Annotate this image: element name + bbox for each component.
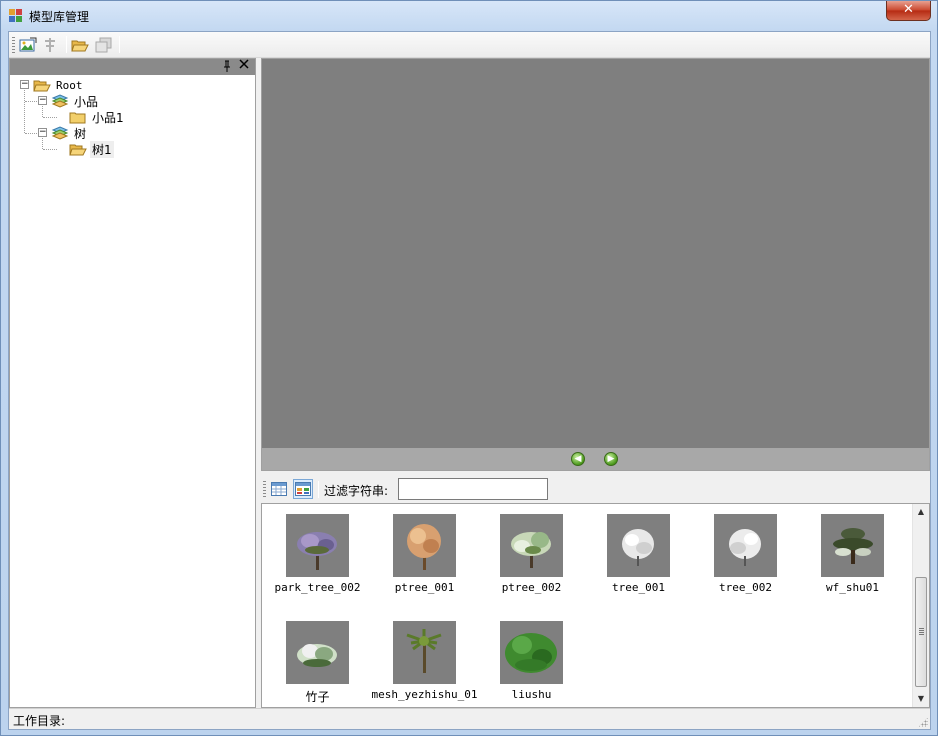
tree-connector <box>24 85 25 133</box>
tree-node-label: 小品1 <box>92 110 124 125</box>
folder-icon <box>69 110 87 124</box>
tree-connector <box>25 101 37 102</box>
thumbnail-item[interactable]: tree_001 <box>585 504 692 604</box>
filter-toolbar: 过滤字符串: <box>261 475 930 503</box>
thumbnail-label: ptree_001 <box>394 581 455 594</box>
thumbnail-image <box>821 514 884 577</box>
thumbnail-image <box>393 514 456 577</box>
client-area: − Root − 小品 小品1 − 树 树1 ◀ ▶ 过滤字符串: park_t… <box>8 31 931 730</box>
thumbnail-image <box>500 514 563 577</box>
thumbnail-label: mesh_yezhishu_01 <box>371 688 478 701</box>
model-tree-panel: − Root − 小品 小品1 − 树 树1 <box>9 58 256 708</box>
tree-node-label: 小品 <box>74 94 99 109</box>
resize-grip-icon[interactable] <box>918 717 928 727</box>
filter-input[interactable] <box>398 478 548 500</box>
window-title: 模型库管理 <box>29 10 90 24</box>
layers-icon <box>51 126 69 140</box>
open-folder-button[interactable] <box>70 35 90 55</box>
thumbnail-item[interactable]: ptree_002 <box>478 504 585 604</box>
tree-connector <box>25 133 37 134</box>
scroll-up-arrow-icon[interactable]: ▲ <box>913 504 929 520</box>
tree-node-xiaopin1[interactable]: 小品1 <box>69 109 126 125</box>
list-view-icon <box>271 482 287 496</box>
open-folder-icon <box>33 78 51 92</box>
prev-arrow-icon[interactable]: ◀ <box>571 452 585 466</box>
thumbnail-view-button[interactable] <box>293 479 313 499</box>
thumbnail-image <box>286 621 349 684</box>
tree-connector <box>42 103 43 117</box>
filter-label: 过滤字符串: <box>324 484 389 498</box>
tree-node-label: Root <box>56 78 83 92</box>
scrollbar-thumb[interactable] <box>915 577 927 687</box>
list-view-button[interactable] <box>269 479 289 499</box>
tree-connector <box>43 149 57 150</box>
next-arrow-icon[interactable]: ▶ <box>604 452 618 466</box>
model-preview-viewport[interactable]: ◀ ▶ <box>261 58 930 471</box>
model-thumbnail-list: park_tree_002 ptree_001 ptree_002 tree_0… <box>261 503 930 708</box>
close-icon <box>239 59 249 69</box>
toolbar-grip[interactable] <box>12 37 15 53</box>
thumbnail-view-icon <box>295 482 311 496</box>
thumbnail-label: liushu <box>511 688 552 701</box>
thumbnail-item[interactable]: 竹子 <box>264 611 371 707</box>
layers-icon <box>51 94 69 108</box>
status-bar: 工作目录: <box>9 708 930 729</box>
title-bar[interactable]: 模型库管理 ✕ <box>1 1 937 31</box>
close-icon[interactable] <box>238 59 250 73</box>
thumbnail-image <box>393 621 456 684</box>
disabled-tool-button[interactable] <box>41 35 61 55</box>
toolbar-separator <box>66 36 67 53</box>
scroll-down-arrow-icon[interactable]: ▼ <box>913 691 929 707</box>
tree-node-label: 树1 <box>90 140 114 158</box>
thumbnail-item[interactable]: liushu <box>478 611 585 707</box>
scrollbar-grip <box>919 628 924 635</box>
thumbnail-item[interactable]: park_tree_002 <box>264 504 371 604</box>
viewer-nav-bar: ◀ ▶ <box>262 448 929 470</box>
thumbnail-item[interactable]: wf_shu01 <box>799 504 906 604</box>
toolbar-grip[interactable] <box>263 481 266 497</box>
thumbnail-image <box>714 514 777 577</box>
thumbnail-label: tree_002 <box>719 581 772 594</box>
pin-icon[interactable] <box>221 60 233 73</box>
app-icon <box>9 9 23 23</box>
disabled-copy-button[interactable] <box>94 35 114 55</box>
pin-icon <box>224 60 230 72</box>
open-folder-icon <box>69 142 87 156</box>
working-directory-label: 工作目录: <box>13 714 66 728</box>
image-settings-icon <box>19 37 37 52</box>
tree-node-root[interactable]: Root <box>33 77 85 93</box>
tree-node-xiaopin[interactable]: 小品 <box>51 93 100 109</box>
panel-header <box>10 59 255 75</box>
thumbnail-item[interactable]: ptree_001 <box>371 504 478 604</box>
window-close-button[interactable]: ✕ <box>886 1 931 21</box>
toolbar <box>9 32 930 58</box>
thumbnail-item[interactable]: tree_002 <box>692 504 799 604</box>
tree-connector <box>43 117 57 118</box>
main-window: 模型库管理 ✕ − Root − 小品 小品1 − 树 树1 ◀ ▶ 过滤字符串… <box>0 0 938 736</box>
tree-node-shu1[interactable]: 树1 <box>69 140 114 158</box>
tree-connector <box>42 135 43 149</box>
image-settings-button[interactable] <box>18 35 38 55</box>
tree-expander-root[interactable]: − <box>20 80 29 89</box>
thumbnail-label: ptree_002 <box>501 581 562 594</box>
thumbnail-label: park_tree_002 <box>274 581 361 594</box>
thumbnail-label: tree_001 <box>612 581 665 594</box>
thumbnail-label: wf_shu01 <box>826 581 879 594</box>
disabled-tool-icon <box>45 38 55 52</box>
tree-node-label: 树 <box>74 126 87 141</box>
tree-expander-shu[interactable]: − <box>38 128 47 137</box>
disabled-copy-icon <box>95 37 112 53</box>
tree-node-shu[interactable]: 树 <box>51 125 88 141</box>
toolbar-separator <box>119 36 120 53</box>
open-folder-icon <box>71 40 89 52</box>
thumbnail-label: 竹子 <box>305 690 330 704</box>
thumbnail-image <box>500 621 563 684</box>
thumbnail-image <box>607 514 670 577</box>
thumbnail-scrollbar[interactable]: ▲ ▼ <box>912 504 929 707</box>
toolbar-separator <box>318 481 319 498</box>
thumbnail-item[interactable]: mesh_yezhishu_01 <box>371 611 478 707</box>
tree-expander-xiaopin[interactable]: − <box>38 96 47 105</box>
thumbnail-image <box>286 514 349 577</box>
